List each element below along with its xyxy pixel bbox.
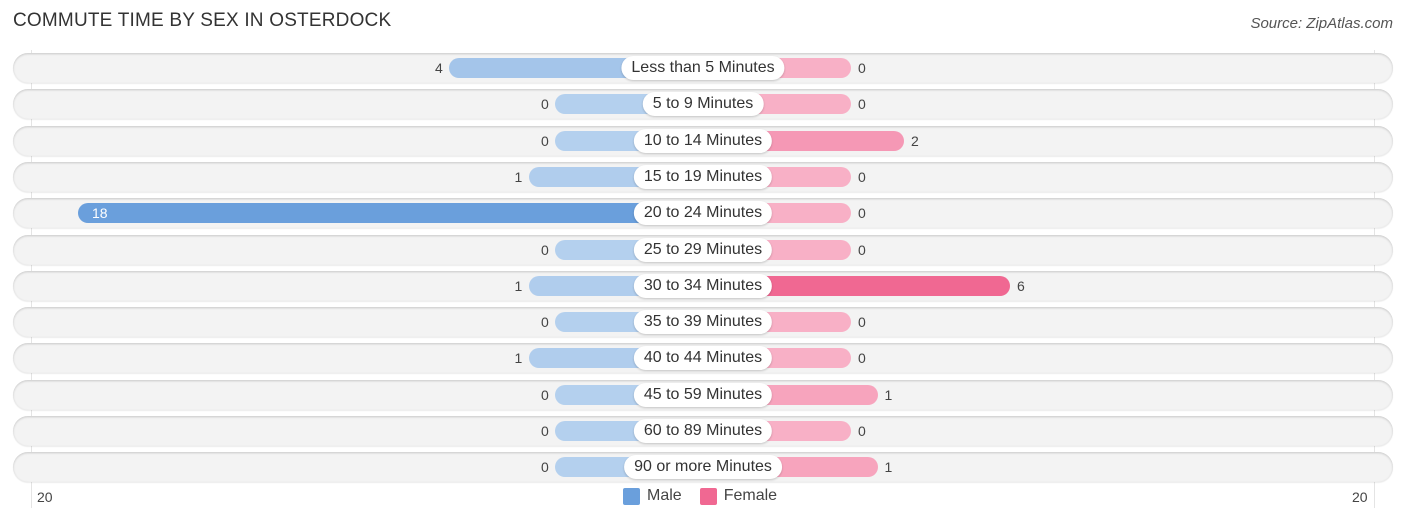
category-label: 40 to 44 Minutes [633,346,773,371]
legend-swatch-male [623,487,640,505]
category-label: Less than 5 Minutes [621,56,785,80]
category-label: 60 to 89 Minutes [633,419,773,443]
value-label-male: 1 [514,168,523,185]
value-label-female: 0 [858,423,866,439]
bar-male [78,203,703,224]
value-label-male: 0 [541,132,549,149]
legend-item-male: Male [623,487,682,505]
legend-swatch-female [699,487,717,505]
category-label: 30 to 34 Minutes [633,273,773,298]
legend-label-female: Female [723,487,778,504]
axis-label-right: 20 [1352,489,1368,505]
category-label: 5 to 9 Minutes [642,92,764,117]
category-label: 90 or more Minutes [624,455,782,480]
value-label-female: 6 [1017,277,1025,294]
axis-label-left: 20 [37,489,53,505]
value-label-female: 0 [858,96,866,113]
value-label-female: 1 [884,386,893,403]
chart-title: COMMUTE TIME BY SEX IN OSTERDOCK [13,10,392,31]
value-label-female: 2 [911,132,919,149]
value-label-female: 0 [858,314,866,331]
value-label-male: 4 [435,60,443,76]
value-label-male: 0 [541,314,549,331]
legend-item-female: Female [699,487,778,505]
value-label-female: 0 [858,60,866,76]
category-label: 25 to 29 Minutes [633,237,773,262]
value-label-female: 1 [884,459,893,476]
value-label-male: 18 [92,205,108,222]
legend-label-male: Male [647,487,682,504]
value-label-male: 1 [514,350,523,367]
value-label-male: 1 [514,277,523,294]
value-label-female: 0 [858,241,866,258]
category-label: 45 to 59 Minutes [633,382,773,407]
value-label-male: 0 [541,423,549,439]
value-label-female: 0 [858,205,866,222]
value-label-male: 0 [541,241,549,258]
category-label: 15 to 19 Minutes [633,164,773,189]
value-label-male: 0 [541,386,549,403]
category-label: 35 to 39 Minutes [633,310,773,335]
legend: Male Female [623,487,795,505]
value-label-female: 0 [858,350,866,367]
value-label-female: 0 [858,168,866,185]
value-label-male: 0 [541,459,549,476]
value-label-male: 0 [541,96,549,113]
source-label: Source: ZipAtlas.com [1250,15,1393,32]
category-label: 20 to 24 Minutes [633,201,773,226]
category-label: 10 to 14 Minutes [633,128,773,153]
